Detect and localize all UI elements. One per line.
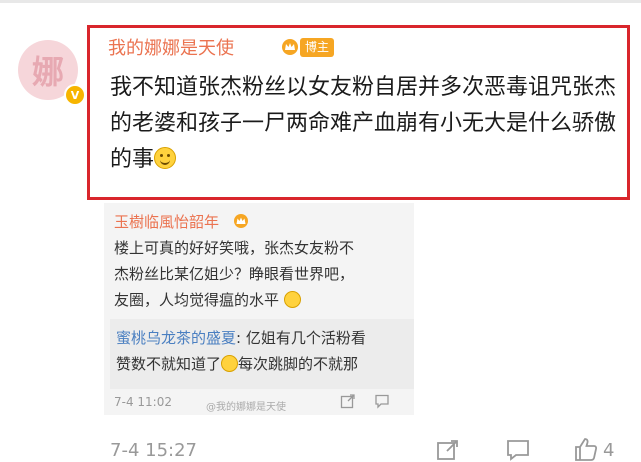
verified-mark: V [70,88,80,102]
crown-icon [282,39,298,55]
watermark: @我的娜娜是天使 [206,402,286,413]
nested-username[interactable]: 蜜桃乌龙茶的盛夏 [116,329,236,347]
like-icon[interactable] [573,436,599,462]
nested-line-1: 蜜桃乌龙茶的盛夏: 亿姐有几个活粉看 [116,329,366,347]
nested-text-2a: 赞数不就知道了 [116,355,222,373]
host-badge: 博主 [300,38,335,57]
verified-badge: V [64,84,86,106]
avatar-char: 娜 [31,53,64,91]
nested-text-1: 亿姐有几个活粉看 [245,329,366,347]
nested-line-2: 赞数不就知道了 每次跳脚的不就那 [116,353,358,374]
post-username[interactable]: 我的娜娜是天使 [108,34,234,60]
reply-line-1: 楼上可真的好好笑哦，张杰女友粉不 [114,239,355,257]
reply-text: 楼上可真的好好笑哦，张杰女友粉不 杰粉丝比某亿姐少？睁眼看世界吧， 友圈，人均觉… [114,235,414,313]
reply-line-2: 杰粉丝比某亿姐少？睁眼看世界吧， [114,265,355,283]
smile-icon [154,147,177,169]
reply-username[interactable]: 玉樹临風怡韶年 [114,211,219,232]
share-icon[interactable] [340,393,356,409]
comment-icon[interactable] [374,393,390,409]
reply-time: 7-4 11:02 [114,395,172,409]
nested-text-2b: 每次跳脚的不就那 [238,355,359,373]
reply-line-3: 友圈，人均觉得瘟的水平 [114,287,414,313]
reply-line-3-text: 友圈，人均觉得瘟的水平 [114,291,280,309]
emoji-icon [221,355,239,372]
crown-icon [234,214,248,228]
quoted-reply-card[interactable]: 玉樹临風怡韶年 楼上可真的好好笑哦，张杰女友粉不 杰粉丝比某亿姐少？睁眼看世界吧… [104,203,414,415]
comment-icon[interactable] [506,438,530,462]
post-content: 我不知道张杰粉丝以女友粉自居并多次恶毒诅咒张杰的老婆和孩子一尸两命难产血崩有小无… [110,70,625,178]
share-icon[interactable] [436,438,460,462]
emoji-icon [283,291,301,308]
top-divider [0,0,641,3]
post-text: 我不知道张杰粉丝以女友粉自居并多次恶毒诅咒张杰的老婆和孩子一尸两命难产血崩有小无… [110,75,617,172]
nested-reply[interactable]: 蜜桃乌龙茶的盛夏: 亿姐有几个活粉看 赞数不就知道了 每次跳脚的不就那 [110,319,414,389]
